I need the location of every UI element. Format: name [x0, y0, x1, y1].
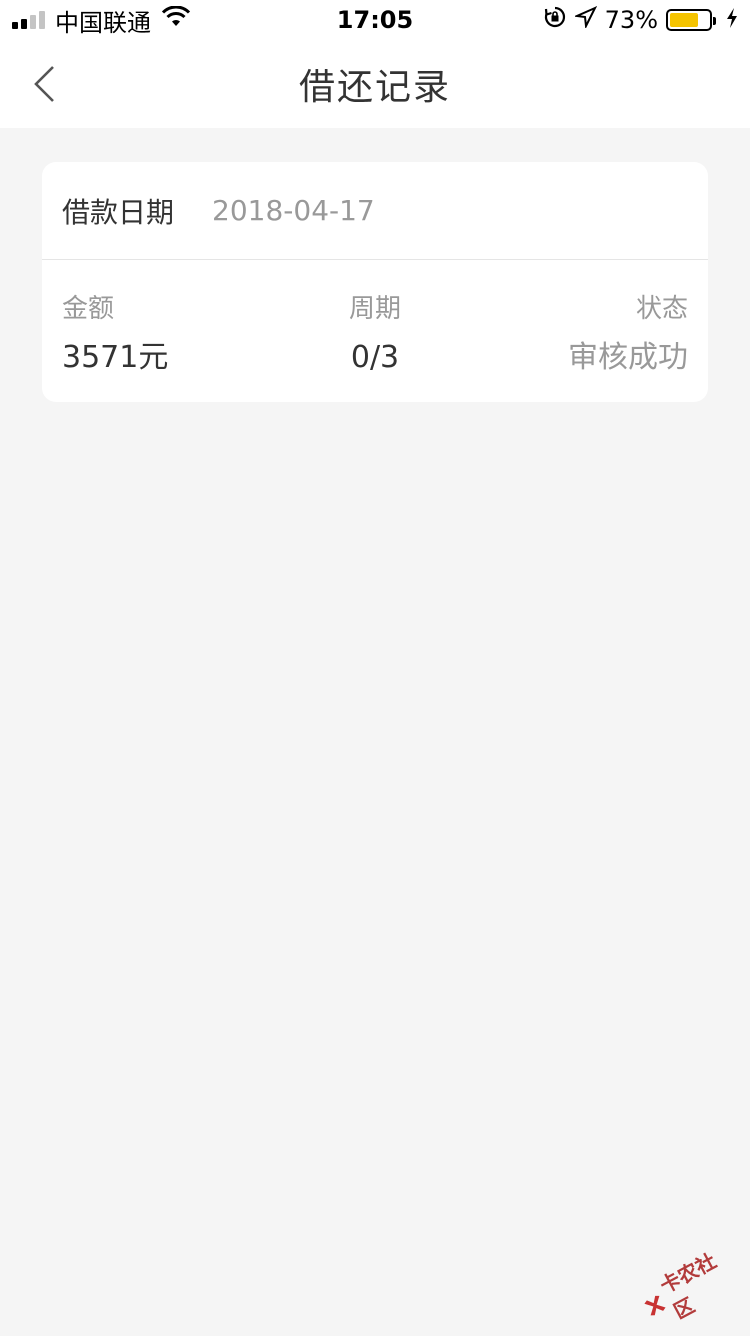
watermark-logo: 卡农社区	[634, 1241, 746, 1332]
battery-level	[670, 13, 698, 27]
card-details: 金额 3571元 周期 0/3 状态 审核成功	[42, 260, 708, 402]
battery-percent: 73%	[605, 6, 658, 34]
status-value: 审核成功	[568, 338, 688, 378]
loan-date-value: 2018-04-17	[212, 194, 375, 227]
status-bar: 中国联通 17:05 73%	[0, 0, 750, 40]
charging-bolt-icon	[726, 6, 738, 34]
navigation-bar: 借还记录	[0, 40, 750, 128]
cellular-signal-icon	[12, 11, 45, 29]
status-column: 状态 审核成功	[568, 292, 688, 378]
card-header: 借款日期 2018-04-17	[42, 162, 708, 260]
watermark-text: 卡农社区	[654, 1238, 748, 1325]
location-arrow-icon	[575, 6, 597, 34]
page-title: 借还记录	[299, 58, 451, 110]
status-right: 73%	[543, 5, 738, 35]
chevron-left-icon	[31, 64, 57, 104]
status-left: 中国联通	[12, 3, 543, 38]
rotation-lock-icon	[543, 5, 567, 35]
battery-icon	[666, 9, 712, 31]
wifi-icon	[161, 6, 191, 34]
loan-date-label: 借款日期	[62, 191, 174, 231]
carrier-name: 中国联通	[55, 3, 151, 38]
status-label: 状态	[568, 292, 688, 326]
loan-record-card[interactable]: 借款日期 2018-04-17 金额 3571元 周期 0/3 状态 审核成功	[42, 162, 708, 402]
back-button[interactable]	[20, 60, 68, 108]
